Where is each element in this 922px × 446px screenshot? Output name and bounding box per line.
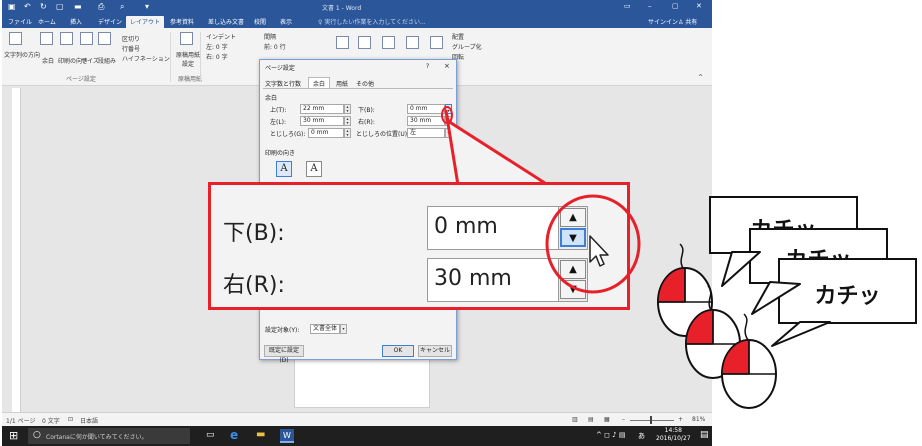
bubble-tail-2 [751, 281, 801, 315]
bubble-tail-1 [721, 251, 761, 287]
bubble-tail-3 [771, 321, 831, 347]
bubble-tails [657, 243, 831, 409]
